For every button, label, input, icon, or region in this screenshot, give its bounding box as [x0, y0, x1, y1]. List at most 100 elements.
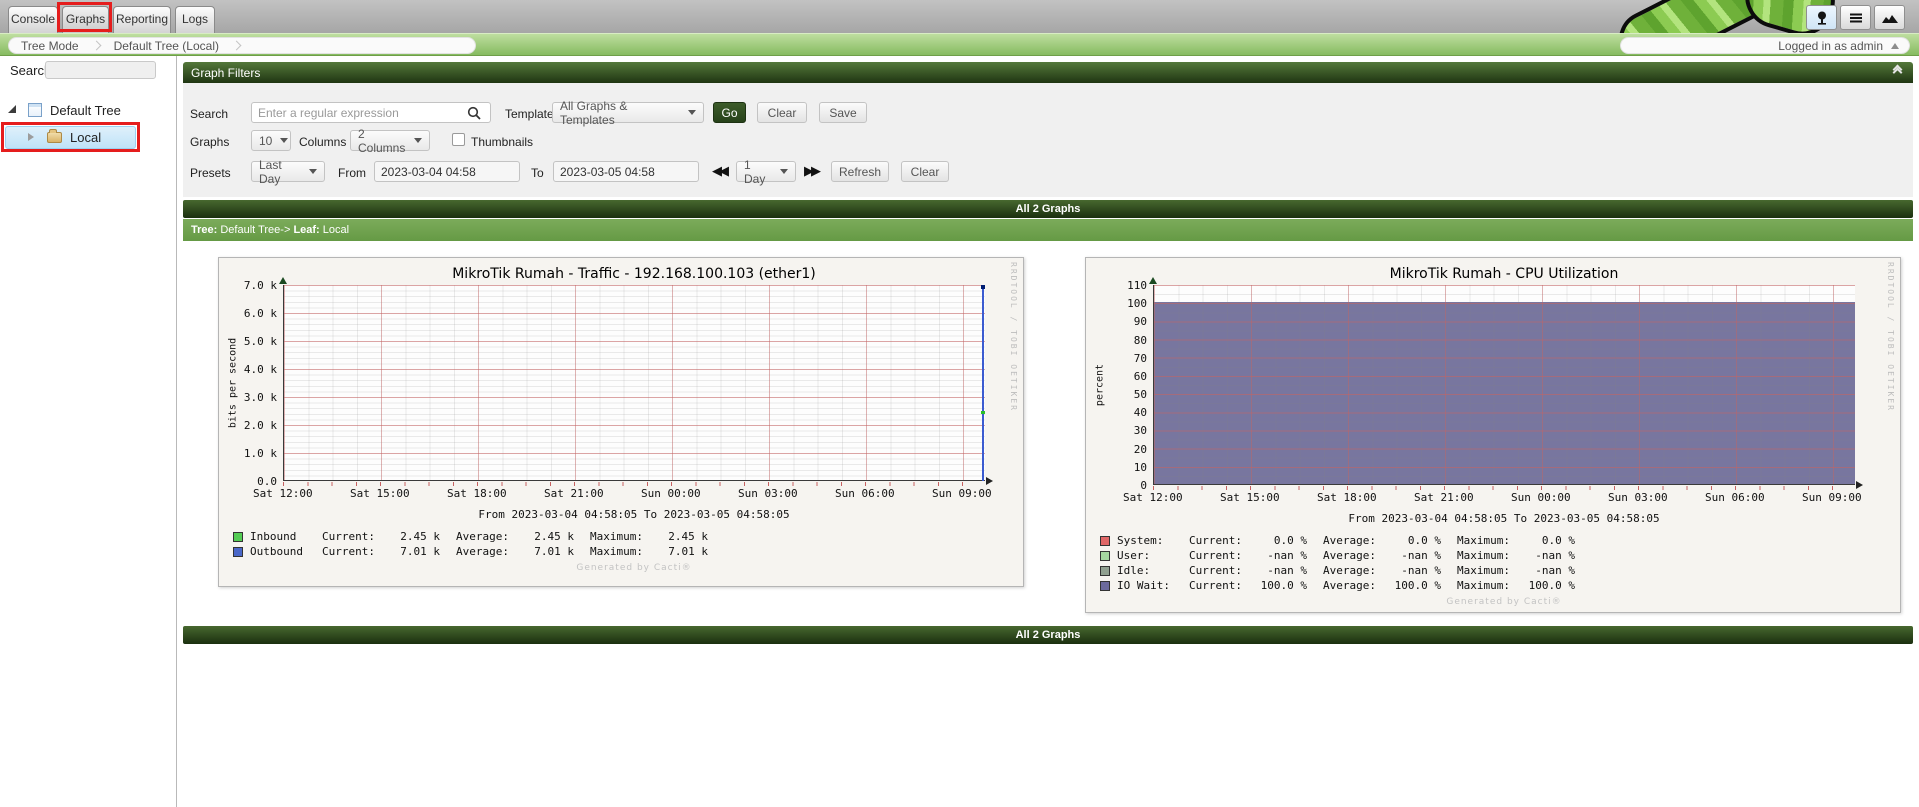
filter-search-label: Search [190, 107, 229, 121]
all-graphs-bar-bottom: All 2 Graphs [183, 626, 1913, 644]
caret-down-icon [780, 169, 788, 174]
y-tick-label: 70 [1133, 351, 1147, 365]
legend-stat-key: Maximum: [590, 530, 643, 543]
legend-row: Outbound Current: 7.01 k Average: 7.01 k Maxi… [233, 545, 724, 558]
list-view-icon [1849, 13, 1862, 22]
presets-label: Presets [190, 166, 231, 180]
time-range-label: From 2023-03-04 04:58:05 To 2023-03-05 0… [1348, 512, 1660, 525]
x-tick-label: Sun 03:00 [738, 487, 798, 500]
legend-stat-key: Maximum: [1457, 564, 1510, 577]
legend-stat-key: Current: [322, 545, 375, 558]
leaf-value: Local [322, 224, 350, 236]
legend-swatch-inbound [233, 531, 243, 542]
x-tick-label: Sun 06:00 [1705, 491, 1765, 504]
y-tick-label: 110 [1127, 279, 1147, 292]
legend-stat-key: Average: [456, 530, 509, 543]
graph-filters-header[interactable]: Graph Filters [183, 62, 1913, 83]
x-axis-arrow-icon [986, 477, 993, 485]
legend-row: User: Current: -nan % Average: -nan % Maximum… [1100, 549, 1591, 562]
list-view-button[interactable] [1840, 5, 1871, 30]
shift-forward-button[interactable]: ▶▶ [804, 164, 821, 179]
traffic-graph-panel[interactable]: MikroTik Rumah - Traffic - 192.168.100.1… [218, 257, 1024, 587]
legend-stat-value: 100.0 % [1528, 579, 1575, 592]
legend-stat-value: 0.0 % [1273, 534, 1307, 547]
tab-logs[interactable]: Logs [175, 6, 215, 33]
outbound-spike-line [982, 285, 984, 481]
clear-dates-button[interactable]: Clear [901, 161, 949, 182]
legend-stat-value: -nan % [1535, 549, 1575, 562]
tree-value: Default Tree-> [220, 224, 291, 236]
caret-down-icon [414, 138, 422, 143]
legend-stat-key: Maximum: [1457, 534, 1510, 547]
legend-stat-value: -nan % [1401, 564, 1441, 577]
x-tick-label: Sun 06:00 [835, 487, 895, 500]
legend-stat-value: -nan % [1535, 564, 1575, 577]
sidebar-item-default-tree[interactable]: Default Tree [50, 103, 121, 118]
y-tick-label: 3.0 k [243, 391, 277, 404]
columns-value: 2 Columns [358, 126, 406, 155]
legend-stat-value: -nan % [1267, 564, 1307, 577]
tab-console[interactable]: Console [8, 6, 58, 33]
to-date-input[interactable] [553, 161, 699, 182]
tree-view-button[interactable] [1806, 5, 1837, 30]
template-select[interactable]: All Graphs & Templates [552, 99, 704, 127]
sidebar-search-input[interactable] [45, 61, 156, 79]
expand-open-icon[interactable] [8, 105, 16, 113]
collapse-chevrons-icon[interactable] [1892, 64, 1903, 78]
search-icon [467, 106, 481, 120]
logged-in-menu[interactable]: Logged in as admin [1620, 37, 1910, 54]
legend-stat-key: Average: [1323, 534, 1376, 547]
legend-series-name: System: [1117, 534, 1164, 547]
tree-leaf-bar: Tree: Default Tree-> Leaf: Local [183, 219, 1913, 241]
columns-label: Columns [299, 135, 347, 149]
legend-swatch-system [1100, 535, 1110, 546]
preview-view-button[interactable] [1874, 5, 1905, 30]
y-axis-arrow-icon [279, 277, 287, 284]
y-tick-label: 50 [1133, 388, 1147, 402]
x-axis-ticks [1153, 486, 1855, 490]
legend-row: IO Wait: Current: 100.0 % Average: 100.0 % Ma… [1100, 579, 1591, 592]
all-graphs-bar-top: All 2 Graphs [183, 200, 1913, 218]
x-tick-label: Sun 00:00 [1511, 491, 1571, 504]
columns-select[interactable]: 2 Columns [350, 127, 430, 155]
from-date-input[interactable] [374, 161, 520, 182]
y-axis-label: bits per second [227, 337, 239, 429]
graphs-count-select[interactable]: 10 [251, 130, 291, 151]
template-label: Template [505, 107, 554, 121]
x-tick-label: Sat 15:00 [350, 487, 410, 500]
breadcrumb-item-tree-mode[interactable]: Tree Mode [21, 39, 79, 53]
legend-row: System: Current: 0.0 % Average: 0.0 % Maximum… [1100, 534, 1591, 547]
refresh-button[interactable]: Refresh [831, 161, 889, 182]
x-tick-label: Sat 12:00 [253, 487, 313, 500]
x-tick-label: Sat 15:00 [1220, 491, 1280, 504]
x-tick-label: Sun 00:00 [641, 487, 701, 500]
go-button[interactable]: Go [713, 102, 746, 123]
breadcrumb-item-default-tree[interactable]: Default Tree (Local) [114, 39, 219, 53]
save-button[interactable]: Save [819, 102, 867, 123]
local-item-highlight [1, 122, 140, 152]
grid-lines [284, 285, 985, 480]
graph-filters-body: Search Template All Graphs & Templates G… [183, 83, 1913, 197]
clear-button[interactable]: Clear [757, 102, 807, 123]
legend-stat-value: 7.01 k [400, 545, 440, 558]
shift-back-button[interactable]: ◀◀ [712, 164, 729, 179]
x-tick-label: Sun 03:00 [1608, 491, 1668, 504]
cpu-graph-panel[interactable]: MikroTik Rumah - CPU Utilization percent 1… [1085, 257, 1901, 613]
filter-search-input[interactable] [251, 102, 491, 123]
legend-series-name: Outbound [250, 545, 303, 558]
legend-stat-value: 2.45 k [668, 530, 708, 543]
cacti-watermark: Generated by Cacti® [1446, 597, 1562, 607]
thumbnails-checkbox[interactable] [452, 133, 465, 146]
legend-stat-key: Current: [1189, 579, 1242, 592]
y-tick-label: 100 [1127, 297, 1147, 311]
top-tab-bar: Console Graphs Reporting Logs [0, 0, 1919, 33]
legend-stat-key: Average: [456, 545, 509, 558]
x-tick-label: Sat 12:00 [1123, 491, 1183, 504]
tab-reporting[interactable]: Reporting [113, 6, 171, 33]
graph-title: MikroTik Rumah - Traffic - 192.168.100.1… [452, 266, 816, 282]
legend-row: Inbound Current: 2.45 k Average: 2.45 k Maxim… [233, 530, 724, 543]
interval-select[interactable]: 1 Day [736, 158, 796, 186]
inbound-spike-mark [981, 411, 985, 415]
legend-stat-key: Maximum: [1457, 579, 1510, 592]
presets-select[interactable]: Last Day [251, 158, 325, 186]
